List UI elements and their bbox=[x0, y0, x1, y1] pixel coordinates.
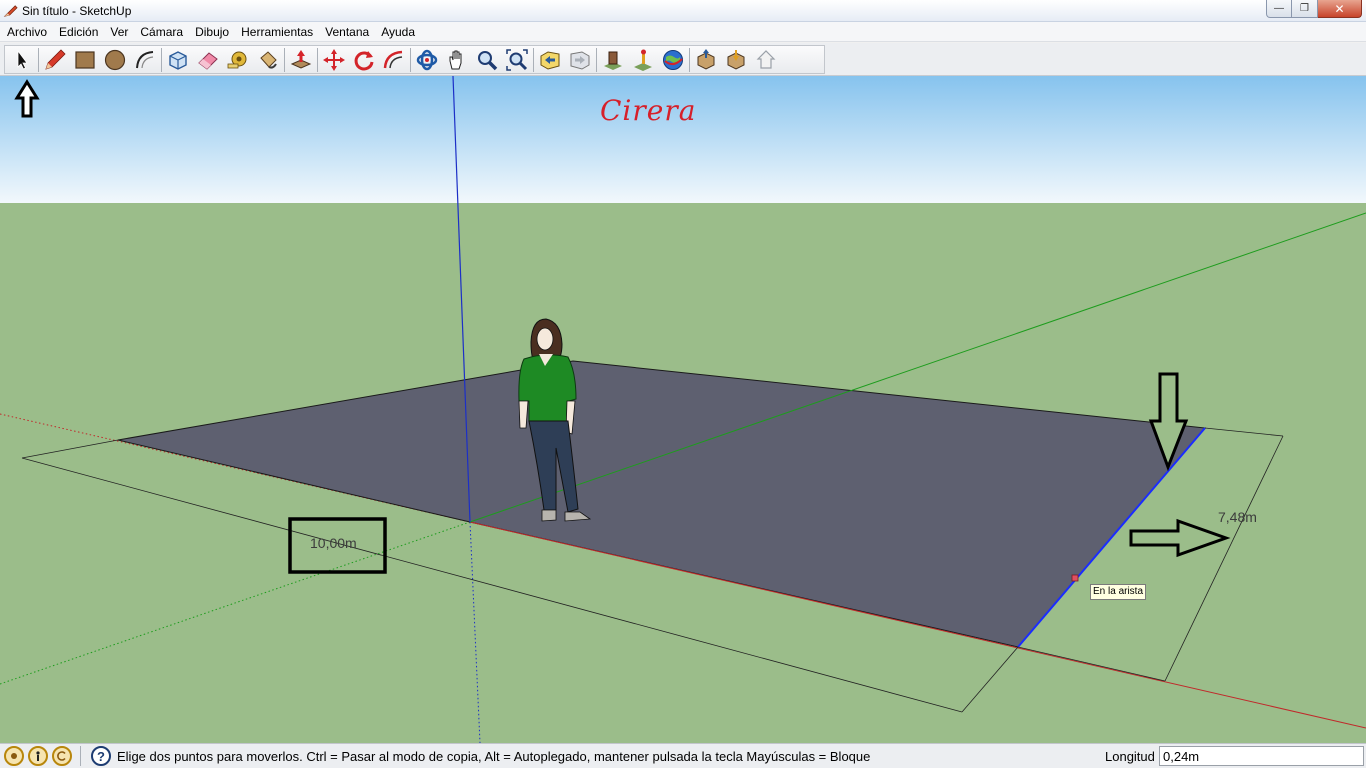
main-toolbar bbox=[0, 43, 1366, 76]
status-bar: ? Elige dos puntos para moverlos. Ctrl =… bbox=[0, 743, 1366, 768]
credits-status-button[interactable] bbox=[28, 746, 48, 766]
sketchup-app-icon bbox=[3, 5, 18, 17]
title-bar: Sin título - SketchUp — ❐ ✕ bbox=[0, 0, 1366, 22]
credits-icon bbox=[36, 751, 40, 761]
paint-bucket-icon bbox=[260, 50, 277, 69]
toggle-terrain-button[interactable] bbox=[628, 46, 658, 73]
menu-camara[interactable]: Cámara bbox=[134, 22, 189, 42]
scale-figure-shoe-left bbox=[541, 509, 557, 522]
circle-button[interactable] bbox=[100, 46, 130, 73]
geolocation-status-button[interactable] bbox=[4, 746, 24, 766]
add-location-icon bbox=[604, 51, 622, 70]
get-components-icon bbox=[756, 49, 776, 69]
window-controls: — ❐ ✕ bbox=[1266, 0, 1362, 19]
push-pull-button[interactable] bbox=[286, 46, 316, 73]
menu-dibujo[interactable]: Dibujo bbox=[189, 22, 235, 42]
select-tool-button[interactable] bbox=[7, 46, 37, 73]
previous-view-icon bbox=[540, 50, 560, 70]
pencil-line-button[interactable] bbox=[40, 46, 70, 73]
drawing-viewport[interactable]: Cirera 10,00m 7,48m En la arista bbox=[0, 76, 1366, 743]
share-model-icon bbox=[727, 49, 745, 70]
status-divider bbox=[80, 746, 81, 766]
zoom-button[interactable] bbox=[472, 46, 502, 73]
arc-button[interactable] bbox=[130, 46, 160, 73]
toolbar-separator bbox=[161, 47, 162, 72]
toolbar-separator bbox=[284, 47, 285, 72]
toolbar-separator bbox=[410, 47, 411, 72]
offset-icon bbox=[383, 50, 403, 68]
move-button[interactable] bbox=[319, 46, 349, 73]
circle-icon bbox=[104, 49, 126, 70]
pan-icon bbox=[449, 50, 462, 69]
zoom-icon bbox=[478, 50, 498, 70]
sketchup-window: Sin título - SketchUp — ❐ ✕ Archivo Edic… bbox=[0, 0, 1366, 768]
pan-button[interactable] bbox=[442, 46, 472, 73]
arc-icon bbox=[136, 50, 154, 68]
zoom-extents-button[interactable] bbox=[502, 46, 532, 73]
menu-edicion[interactable]: Edición bbox=[53, 22, 104, 42]
author-watermark: Cirera bbox=[600, 94, 697, 127]
scale-figure-arm-left bbox=[518, 400, 529, 429]
next-view-icon bbox=[570, 50, 590, 70]
make-component-button[interactable] bbox=[163, 46, 193, 73]
tape-measure-button[interactable] bbox=[223, 46, 253, 73]
move-icon bbox=[323, 48, 345, 71]
toolbar-separator bbox=[38, 47, 39, 72]
toolbar-separator bbox=[689, 47, 690, 72]
menu-ver[interactable]: Ver bbox=[104, 22, 134, 42]
minimize-button[interactable]: — bbox=[1266, 0, 1292, 18]
orbit-icon bbox=[416, 49, 438, 70]
add-location-button[interactable] bbox=[598, 46, 628, 73]
pencil-line-icon bbox=[45, 48, 66, 70]
toggle-terrain-icon bbox=[634, 49, 652, 71]
make-component-icon bbox=[169, 50, 187, 70]
scale-figure-face bbox=[536, 327, 554, 351]
share-model-button[interactable] bbox=[721, 46, 751, 73]
status-message: Elige dos puntos para moverlos. Ctrl = P… bbox=[117, 748, 871, 764]
next-view-button[interactable] bbox=[565, 46, 595, 73]
menu-archivo[interactable]: Archivo bbox=[1, 22, 53, 42]
inference-tooltip: En la arista bbox=[1090, 584, 1147, 600]
maximize-button[interactable]: ❐ bbox=[1292, 0, 1318, 18]
scene-canvas bbox=[0, 76, 1366, 743]
dimension-length-label[interactable]: 10,00m bbox=[310, 535, 357, 551]
google-earth-icon bbox=[663, 49, 683, 70]
window-title: Sin título - SketchUp bbox=[22, 4, 132, 18]
get-models-button[interactable] bbox=[691, 46, 721, 73]
eraser-button[interactable] bbox=[193, 46, 223, 73]
menu-bar: Archivo Edición Ver Cámara Dibujo Herram… bbox=[0, 22, 1366, 42]
get-models-icon bbox=[697, 48, 715, 70]
select-tool-icon bbox=[17, 49, 28, 70]
measurements-input[interactable] bbox=[1159, 746, 1364, 766]
push-pull-icon bbox=[290, 49, 312, 69]
help-icon[interactable]: ? bbox=[91, 746, 111, 766]
google-earth-button[interactable] bbox=[658, 46, 688, 73]
measurements-label: Longitud bbox=[1105, 749, 1155, 764]
rotate-button[interactable] bbox=[349, 46, 379, 73]
tape-measure-icon bbox=[227, 51, 247, 68]
user-status-button[interactable] bbox=[52, 746, 72, 766]
rectangle-button[interactable] bbox=[70, 46, 100, 73]
geolocation-icon bbox=[11, 753, 17, 759]
rectangle-icon bbox=[75, 50, 95, 69]
eraser-icon bbox=[198, 51, 218, 70]
menu-ayuda[interactable]: Ayuda bbox=[375, 22, 421, 42]
offset-button[interactable] bbox=[379, 46, 409, 73]
close-button[interactable]: ✕ bbox=[1318, 0, 1362, 18]
rotate-icon bbox=[354, 50, 374, 70]
menu-ventana[interactable]: Ventana bbox=[319, 22, 375, 42]
dimension-width-label[interactable]: 7,48m bbox=[1218, 509, 1257, 525]
menu-herramientas[interactable]: Herramientas bbox=[235, 22, 319, 42]
zoom-extents-icon bbox=[506, 48, 528, 71]
toolbar-separator bbox=[317, 47, 318, 72]
inference-point bbox=[1071, 574, 1079, 582]
toolbar-separator bbox=[533, 47, 534, 72]
orbit-button[interactable] bbox=[412, 46, 442, 73]
previous-view-button[interactable] bbox=[535, 46, 565, 73]
toolbar-separator bbox=[596, 47, 597, 72]
paint-bucket-button[interactable] bbox=[253, 46, 283, 73]
toolbar-buttons bbox=[4, 45, 825, 74]
copyright-icon bbox=[57, 751, 66, 761]
get-components-button[interactable] bbox=[751, 46, 781, 73]
